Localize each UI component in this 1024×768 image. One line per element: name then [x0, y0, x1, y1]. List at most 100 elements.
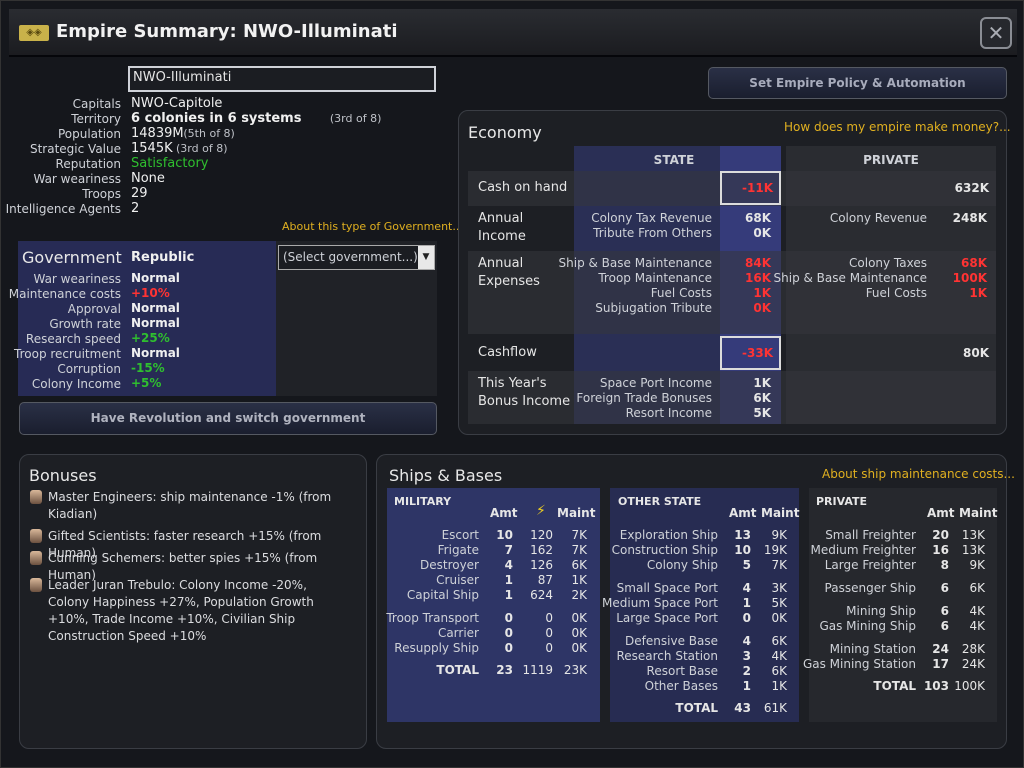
- economy-line-label: Fuel Costs: [865, 286, 927, 300]
- power-icon: ⚡: [536, 503, 546, 519]
- other-total-maint: 61K: [763, 701, 787, 715]
- military-total-power: 1119: [522, 663, 553, 677]
- empire-name-input[interactable]: NWO-Illuminati: [128, 66, 436, 92]
- military-section: [387, 488, 600, 722]
- ship-power: 126: [530, 558, 553, 572]
- ship-amount: 16: [932, 543, 949, 557]
- revolution-button[interactable]: Have Revolution and switch government: [19, 402, 437, 435]
- economy-title: Economy: [468, 123, 542, 142]
- empire-flag-icon: ◈◈: [19, 25, 49, 41]
- economy-line-label: Space Port Income: [599, 376, 712, 390]
- ship-maintenance: 4K: [771, 649, 787, 663]
- leader-portrait-icon: [30, 490, 42, 504]
- other-amt-header: Amt: [729, 506, 757, 520]
- ship-amount: 4: [504, 558, 513, 572]
- expenses-label: Annual Expenses: [478, 256, 540, 289]
- empire-row-rank: (5th of 8): [183, 127, 235, 140]
- bonus-income-label: This Year's Bonus Income: [478, 376, 571, 409]
- empire-row-label: Reputation: [55, 157, 121, 171]
- military-maint-header: Maint: [557, 506, 596, 520]
- ship-maintenance: 13K: [961, 528, 985, 542]
- ship-type-name: Gas Mining Station: [802, 657, 916, 671]
- ship-amount: 1: [504, 588, 513, 602]
- set-policy-button[interactable]: Set Empire Policy & Automation: [708, 67, 1007, 99]
- ship-type-name: Construction Ship: [611, 543, 718, 557]
- government-row-value: +25%: [131, 331, 170, 345]
- leader-portrait-icon: [30, 529, 42, 543]
- ship-amount: 10: [734, 543, 751, 557]
- cash-state-value: -11K: [742, 181, 773, 195]
- ship-power: 624: [530, 588, 553, 602]
- ship-amount: 0: [504, 641, 513, 655]
- ship-amount: 20: [932, 528, 949, 542]
- close-icon: ✕: [987, 21, 1005, 45]
- economy-line-value: 1K: [753, 376, 771, 390]
- ship-power: 0: [545, 626, 553, 640]
- ship-type-name: Defensive Base: [625, 634, 718, 648]
- ship-type-name: Capital Ship: [406, 588, 479, 602]
- ship-amount: 1: [742, 596, 751, 610]
- ship-maintenance: 2K: [571, 588, 587, 602]
- empire-row-label: Intelligence Agents: [5, 202, 121, 216]
- ship-maintenance: 7K: [571, 543, 587, 557]
- close-button[interactable]: ✕: [980, 17, 1012, 49]
- economy-line-value: 100K: [952, 271, 987, 285]
- ship-amount: 8: [940, 558, 949, 572]
- other-total-label: TOTAL: [675, 701, 718, 715]
- ship-maintenance: 19K: [763, 543, 787, 557]
- cash-private-value: 632K: [954, 181, 989, 195]
- empire-row-value: 1545K: [131, 141, 173, 156]
- ship-maintenance-link[interactable]: About ship maintenance costs...: [822, 467, 1015, 481]
- government-row-label: Colony Income: [31, 377, 121, 391]
- ship-type-name: Small Space Port: [616, 581, 718, 595]
- dropdown-arrow-icon: ▼: [418, 246, 434, 269]
- about-government-link[interactable]: About this type of Government...: [282, 220, 463, 233]
- ship-power: 0: [545, 611, 553, 625]
- ship-amount: 6: [940, 619, 949, 633]
- government-select-value: (Select government...): [283, 250, 418, 264]
- economy-help-link[interactable]: How does my empire make money?...: [784, 120, 1011, 134]
- ship-type-name: Medium Space Port: [602, 596, 718, 610]
- ship-amount: 3: [742, 649, 751, 663]
- ship-type-name: Other Bases: [644, 679, 718, 693]
- government-row-value: Normal: [131, 271, 180, 285]
- government-type: Republic: [131, 250, 195, 265]
- empire-row-label: Capitals: [72, 97, 121, 111]
- ship-type-name: Mining Station: [829, 642, 916, 656]
- government-row-value: Normal: [131, 316, 180, 330]
- economy-line-label: Resort Income: [625, 406, 712, 420]
- government-row-value: +5%: [131, 376, 162, 390]
- private-total-amt: 103: [923, 679, 949, 693]
- ship-maintenance: 7K: [571, 528, 587, 542]
- ship-amount: 1: [742, 679, 751, 693]
- other-state-title: OTHER STATE: [618, 495, 702, 508]
- income-label: Annual Income: [478, 211, 526, 244]
- ship-type-name: Resort Base: [646, 664, 718, 678]
- ship-maintenance: 0K: [571, 641, 587, 655]
- window-title: Empire Summary: NWO-Illuminati: [56, 21, 398, 42]
- ship-type-name: Passenger Ship: [824, 581, 916, 595]
- ship-amount: 0: [742, 611, 751, 625]
- private-maint-header: Maint: [959, 506, 998, 520]
- ship-type-name: Large Space Port: [616, 611, 718, 625]
- economy-line-value: 84K: [745, 256, 771, 270]
- government-row-label: Troop recruitment: [14, 347, 121, 361]
- ship-type-name: Destroyer: [419, 558, 479, 572]
- ship-type-name: Exploration Ship: [619, 528, 718, 542]
- ship-power: 0: [545, 641, 553, 655]
- ship-amount: 5: [742, 558, 751, 572]
- ship-type-name: Research Station: [616, 649, 718, 663]
- empire-row-value: None: [131, 171, 165, 186]
- empire-row-label: Troops: [82, 187, 121, 201]
- ship-amount: 6: [940, 604, 949, 618]
- economy-line-label: Colony Revenue: [829, 211, 927, 225]
- government-select[interactable]: (Select government...) ▼: [278, 245, 435, 270]
- military-title: MILITARY: [394, 495, 452, 508]
- empire-row-value: Satisfactory: [131, 156, 209, 171]
- ship-type-name: Escort: [441, 528, 479, 542]
- ship-type-name: Small Freighter: [825, 528, 916, 542]
- ship-maintenance: 4K: [969, 619, 985, 633]
- economy-line-label: Ship & Base Maintenance: [773, 271, 927, 285]
- ship-maintenance: 1K: [571, 573, 587, 587]
- ship-maintenance: 6K: [969, 581, 985, 595]
